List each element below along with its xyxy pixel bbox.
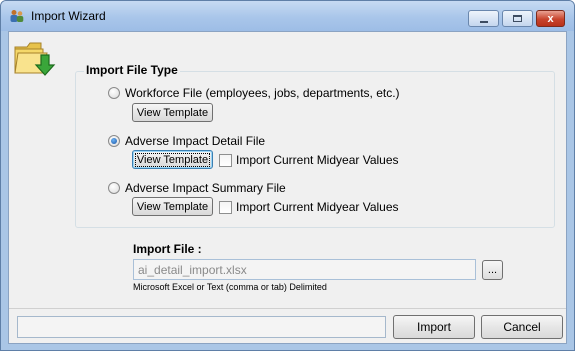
radio-button[interactable] (108, 182, 120, 194)
browse-button[interactable]: ... (482, 260, 503, 280)
button-label: Import (416, 320, 451, 334)
ellipsis-icon: ... (487, 264, 498, 276)
radio-button[interactable] (108, 87, 120, 99)
folder-download-icon (14, 42, 56, 76)
group-title: Import File Type (84, 63, 180, 77)
view-template-summary-button[interactable]: View Template (132, 197, 213, 216)
import-wizard-window: Import Wizard x Import File Type Workfor… (0, 0, 575, 351)
import-file-label: Import File : (133, 242, 202, 256)
maximize-icon (513, 15, 522, 22)
maximize-button[interactable] (502, 10, 533, 27)
button-label: View Template (134, 152, 211, 167)
radio-label: Adverse Impact Detail File (125, 134, 266, 148)
close-button[interactable]: x (536, 10, 565, 27)
checkbox-label: Import Current Midyear Values (236, 153, 399, 167)
checkbox-label: Import Current Midyear Values (236, 200, 399, 214)
radio-button-checked[interactable] (108, 135, 120, 147)
radio-workforce-file[interactable]: Workforce File (employees, jobs, departm… (108, 86, 400, 100)
view-template-workforce-button[interactable]: View Template (132, 103, 213, 122)
minimize-button[interactable] (468, 10, 499, 27)
import-button[interactable]: Import (393, 315, 475, 339)
file-format-hint: Microsoft Excel or Text (comma or tab) D… (133, 282, 327, 292)
view-template-detail-button[interactable]: View Template (132, 150, 213, 169)
button-label: View Template (136, 200, 209, 213)
checkbox[interactable] (219, 153, 232, 167)
minimize-icon (479, 20, 488, 23)
midyear-values-detail-checkbox[interactable]: Import Current Midyear Values (219, 153, 399, 167)
divider (9, 308, 566, 309)
window-title: Import Wizard (31, 9, 106, 23)
title-bar[interactable]: Import Wizard x (1, 1, 574, 31)
radio-adverse-impact-detail[interactable]: Adverse Impact Detail File (108, 134, 265, 148)
import-file-path-field[interactable] (133, 259, 476, 280)
people-icon (10, 10, 24, 22)
wizard-body: Import File Type Workforce File (employe… (8, 31, 567, 344)
midyear-values-summary-checkbox[interactable]: Import Current Midyear Values (219, 200, 399, 214)
button-label: View Template (136, 106, 209, 119)
button-label: Cancel (503, 320, 541, 334)
radio-adverse-impact-summary[interactable]: Adverse Impact Summary File (108, 181, 286, 195)
cancel-button[interactable]: Cancel (481, 315, 563, 339)
close-icon: x (547, 12, 554, 25)
checkbox[interactable] (219, 200, 232, 214)
status-bar (17, 316, 386, 338)
radio-label: Workforce File (employees, jobs, departm… (125, 86, 400, 100)
radio-label: Adverse Impact Summary File (125, 181, 286, 195)
